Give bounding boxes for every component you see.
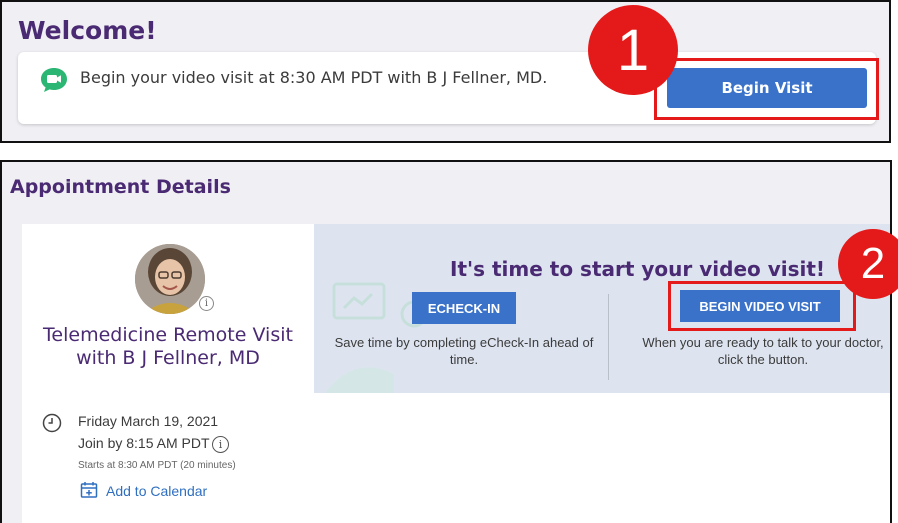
action-band: It's time to start your video visit! ECH…	[314, 224, 890, 393]
background-illustration	[324, 282, 428, 393]
appointment-details-title: Appointment Details	[10, 176, 231, 198]
start-time-duration: Starts at 8:30 AM PDT (20 minutes)	[78, 460, 236, 471]
welcome-title: Welcome!	[18, 16, 157, 45]
echeck-in-button[interactable]: ECHECK-IN	[412, 292, 516, 324]
doctor-avatar	[135, 244, 205, 314]
join-info-icon[interactable]: i	[212, 436, 229, 453]
visit-title: Telemedicine Remote Visit with B J Felln…	[43, 324, 293, 369]
appointment-date: Friday March 19, 2021	[78, 413, 219, 429]
join-by-time: Join by 8:15 AM PDT	[78, 435, 210, 451]
clock-icon	[42, 413, 62, 433]
calendar-add-icon[interactable]	[80, 481, 98, 499]
appointment-summary: i Telemedicine Remote Visit with B J Fel…	[22, 224, 314, 523]
welcome-message: Begin your video visit at 8:30 AM PDT wi…	[80, 68, 548, 87]
video-visit-heading: It's time to start your video visit!	[450, 257, 826, 281]
action-divider	[608, 294, 609, 380]
step-1-badge: 1	[588, 5, 678, 95]
begin-visit-button[interactable]: Begin Visit	[667, 68, 867, 108]
video-chat-icon	[41, 68, 67, 92]
echeck-in-description: Save time by completing eCheck-In ahead …	[334, 335, 594, 367]
begin-video-description: When you are ready to talk to your docto…	[642, 335, 884, 367]
visit-actions: It's time to start your video visit! ECH…	[314, 224, 890, 523]
begin-video-visit-button[interactable]: BEGIN VIDEO VISIT	[680, 290, 840, 322]
add-to-calendar-link[interactable]: Add to Calendar	[106, 483, 207, 499]
avatar-info-icon[interactable]: i	[199, 296, 214, 311]
appointment-panel: Appointment Details i Telemedicine Remot…	[0, 160, 892, 523]
